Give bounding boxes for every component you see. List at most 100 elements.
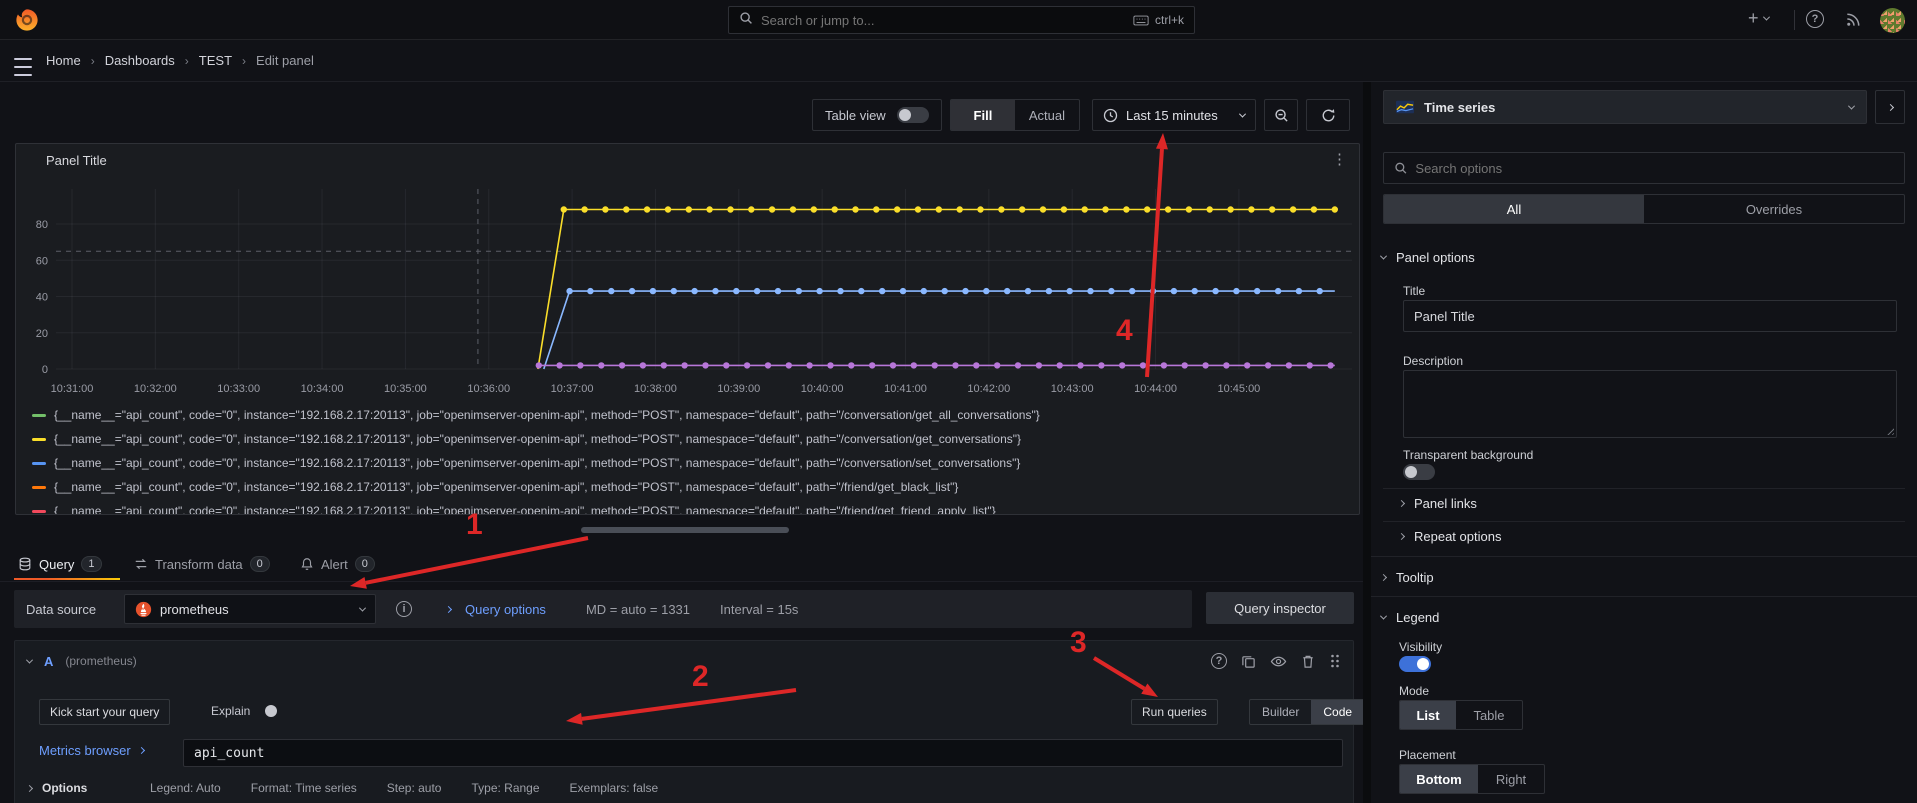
breadcrumb-dashboards[interactable]: Dashboards	[105, 53, 175, 68]
code-option[interactable]: Code	[1311, 700, 1364, 724]
breadcrumb-separator: ›	[242, 54, 246, 68]
promql-query-input[interactable]	[183, 739, 1343, 767]
svg-text:10:34:00: 10:34:00	[301, 383, 344, 395]
repeat-options-section[interactable]: Repeat options	[1399, 529, 1501, 544]
keyboard-icon	[1133, 15, 1149, 26]
global-search[interactable]: ctrl+k	[728, 6, 1195, 34]
zoom-out-button[interactable]	[1264, 99, 1298, 131]
chevron-down-icon	[1380, 253, 1387, 260]
drag-handle-icon[interactable]	[1329, 653, 1341, 669]
panel-preview: Panel Title ⋮ 02040608010:31:0010:32:001…	[15, 143, 1360, 515]
legend-item[interactable]: {__name__="api_count", code="0", instanc…	[32, 454, 1020, 472]
explain-label: Explain	[211, 704, 250, 718]
breadcrumb-home[interactable]: Home	[46, 53, 81, 68]
search-icon	[739, 11, 753, 30]
tab-all[interactable]: All	[1384, 195, 1644, 223]
refresh-button[interactable]	[1306, 99, 1350, 131]
fill-actual-switch: Fill Actual	[950, 99, 1080, 131]
description-textarea[interactable]	[1404, 371, 1896, 437]
legend-swatch	[32, 414, 46, 417]
legend-option-summary: Legend: Auto	[150, 781, 221, 795]
panel-options-section[interactable]: Panel options	[1381, 250, 1475, 265]
mode-list-option[interactable]: List	[1400, 701, 1456, 729]
delete-query-icon[interactable]	[1301, 654, 1315, 669]
legend-swatch	[32, 462, 46, 465]
transparent-bg-toggle[interactable]	[1403, 464, 1435, 480]
pane-splitter[interactable]	[1363, 82, 1371, 803]
panel-links-section[interactable]: Panel links	[1399, 496, 1477, 511]
add-new-button[interactable]: +	[1748, 9, 1769, 27]
sidebar-expand-button[interactable]	[1875, 90, 1905, 124]
tab-query[interactable]: Query 1	[18, 550, 102, 578]
grafana-edit-panel: ctrl+k + ? Home › Dashboards › TEST	[0, 0, 1917, 803]
clock-icon	[1103, 108, 1118, 123]
legend-swatch	[32, 438, 46, 441]
fill-option[interactable]: Fill	[951, 100, 1015, 130]
collapse-query-icon	[26, 656, 33, 663]
options-search[interactable]	[1383, 152, 1905, 184]
legend-label: {__name__="api_count", code="0", instanc…	[54, 456, 1020, 470]
panel-title-field[interactable]	[1403, 300, 1897, 332]
tab-alert[interactable]: Alert 0	[300, 550, 375, 578]
grafana-logo-icon[interactable]	[14, 7, 40, 33]
max-data-points-summary: MD = auto = 1331	[586, 602, 690, 617]
hide-query-eye-icon[interactable]	[1270, 654, 1287, 669]
query-inspector-button[interactable]: Query inspector	[1206, 592, 1354, 624]
menu-toggle-button[interactable]	[14, 55, 32, 79]
query-help-icon[interactable]: ?	[1211, 653, 1227, 669]
visualization-picker[interactable]: Time series	[1383, 90, 1867, 124]
options-label: Options	[42, 781, 87, 795]
query-options-collapsed[interactable]: Options	[27, 781, 87, 795]
topnav-divider	[1794, 10, 1795, 30]
table-view-toggle[interactable]	[897, 107, 929, 123]
legend-item[interactable]: {__name__="api_count", code="0", instanc…	[32, 478, 958, 496]
chart-legend: {__name__="api_count", code="0", instanc…	[32, 404, 1351, 515]
description-field[interactable]	[1403, 370, 1897, 438]
metrics-browser-toggle[interactable]: Metrics browser	[39, 743, 144, 758]
tab-overrides[interactable]: Overrides	[1644, 195, 1904, 223]
legend-item[interactable]: {__name__="api_count", code="0", instanc…	[32, 502, 996, 515]
chevron-down-icon	[1239, 110, 1246, 117]
legend-visibility-toggle[interactable]	[1399, 656, 1431, 672]
options-search-input[interactable]	[1415, 161, 1894, 176]
options-sidebar: Time series All Overrides Panel options …	[1371, 82, 1917, 803]
placement-right-option[interactable]: Right	[1478, 765, 1544, 793]
query-options-toggle[interactable]: Query options MD = auto = 1331 Interval …	[446, 590, 798, 628]
breadcrumb-dashboard-name[interactable]: TEST	[199, 53, 232, 68]
placement-label: Placement	[1399, 748, 1456, 762]
shortcut-hint: ctrl+k	[1133, 13, 1184, 27]
panel-title-input[interactable]	[1404, 309, 1896, 324]
placement-bottom-option[interactable]: Bottom	[1400, 765, 1478, 793]
run-queries-button[interactable]: Run queries	[1131, 699, 1218, 725]
viz-name: Time series	[1424, 100, 1839, 115]
user-avatar[interactable]	[1880, 8, 1905, 33]
tooltip-section[interactable]: Tooltip	[1381, 570, 1434, 585]
tab-transform-data[interactable]: Transform data 0	[134, 550, 270, 578]
mode-table-option[interactable]: Table	[1456, 701, 1522, 729]
builder-option[interactable]: Builder	[1250, 700, 1311, 724]
duplicate-icon[interactable]	[1241, 654, 1256, 669]
news-button[interactable]	[1844, 10, 1863, 29]
horizontal-scrollbar[interactable]	[581, 527, 789, 533]
actual-option[interactable]: Actual	[1015, 100, 1079, 130]
legend-section[interactable]: Legend	[1381, 610, 1439, 625]
svg-text:10:42:00: 10:42:00	[967, 383, 1010, 395]
chevron-right-icon	[1398, 533, 1405, 540]
search-input[interactable]	[761, 13, 1125, 28]
chevron-right-icon	[1380, 574, 1387, 581]
time-range-picker[interactable]: Last 15 minutes	[1092, 99, 1256, 131]
legend-item[interactable]: {__name__="api_count", code="0", instanc…	[32, 406, 1040, 424]
svg-text:10:37:00: 10:37:00	[551, 383, 594, 395]
datasource-help-button[interactable]: i	[388, 594, 420, 624]
legend-label: {__name__="api_count", code="0", instanc…	[54, 504, 996, 515]
svg-text:10:35:00: 10:35:00	[384, 383, 427, 395]
svg-text:40: 40	[36, 292, 48, 304]
divider	[1383, 521, 1905, 522]
datasource-picker[interactable]: prometheus	[124, 594, 376, 624]
query-row-header[interactable]: A (prometheus)	[15, 641, 1353, 681]
step-option-summary: Step: auto	[387, 781, 442, 795]
kick-start-query-button[interactable]: Kick start your query	[39, 699, 170, 725]
svg-text:10:36:00: 10:36:00	[467, 383, 510, 395]
help-button[interactable]: ?	[1806, 10, 1824, 28]
legend-item[interactable]: {__name__="api_count", code="0", instanc…	[32, 430, 1021, 448]
